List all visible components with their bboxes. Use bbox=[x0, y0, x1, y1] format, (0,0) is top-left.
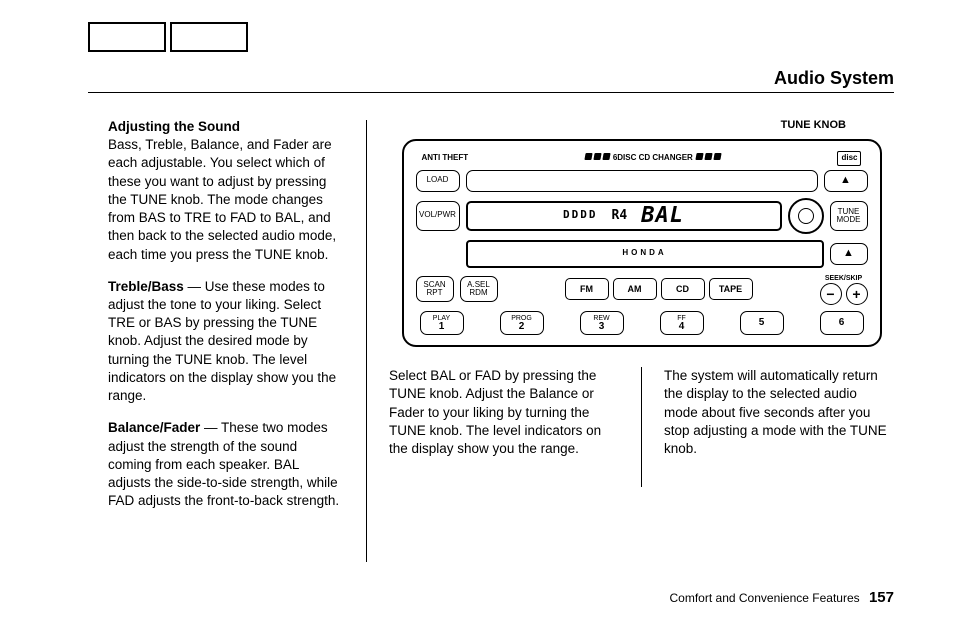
scan-rpt-button: SCAN RPT bbox=[416, 276, 454, 302]
tune-knob-callout: TUNE KNOB bbox=[389, 118, 894, 133]
anti-theft-label: ANTI THEFT bbox=[422, 153, 469, 164]
column-1: Adjusting the Sound Bass, Treble, Balanc… bbox=[108, 118, 344, 562]
cd-eject-button: ▲ bbox=[824, 170, 868, 192]
cd-changer-label: 6DISC CD CHANGER bbox=[584, 153, 722, 164]
page-number: 157 bbox=[869, 589, 894, 606]
asel-rdm-button: A.SEL RDM bbox=[460, 276, 498, 302]
column-2: Select BAL or FAD by pressing the TUNE k… bbox=[389, 367, 619, 487]
cd-logo-icon: disc bbox=[837, 151, 861, 166]
preset-4-button: FF4 bbox=[660, 311, 704, 335]
preset-6-button: 6 bbox=[820, 311, 864, 335]
seek-minus-button: − bbox=[820, 283, 842, 305]
radio-faceplate: ANTI THEFT 6DISC CD CHANGER disc LOAD ▲ … bbox=[402, 139, 882, 347]
cd-button: CD bbox=[661, 278, 705, 300]
column-3: The system will automatically return the… bbox=[664, 367, 894, 487]
section-balance-fader: Balance/Fader — These two modes adjust t… bbox=[108, 419, 344, 510]
column-divider-1 bbox=[366, 120, 367, 562]
column-divider-2 bbox=[641, 367, 642, 487]
page-title: Audio System bbox=[774, 66, 894, 90]
para-treble-bass: — Use these modes to adjust the tone to … bbox=[108, 279, 336, 403]
heading-balance-fader: Balance/Fader bbox=[108, 420, 200, 435]
preset-1-button: PLAY1 bbox=[420, 311, 464, 335]
preset-3-button: REW3 bbox=[580, 311, 624, 335]
heading-adjusting-sound: Adjusting the Sound bbox=[108, 119, 240, 134]
display-preset: R4 bbox=[612, 207, 628, 225]
header-rule bbox=[88, 92, 894, 93]
header-box-1 bbox=[88, 22, 166, 52]
content-area: Adjusting the Sound Bass, Treble, Balanc… bbox=[108, 118, 894, 562]
right-area: TUNE KNOB ANTI THEFT 6DISC CD CHANGER di… bbox=[389, 118, 894, 562]
preset-5-button: 5 bbox=[740, 311, 784, 335]
page-footer: Comfort and Convenience Features 157 bbox=[670, 588, 894, 608]
cd-changer-text: 6DISC CD CHANGER bbox=[613, 153, 693, 162]
section-adjusting-sound: Adjusting the Sound Bass, Treble, Balanc… bbox=[108, 118, 344, 264]
section-treble-bass: Treble/Bass — Use these modes to adjust … bbox=[108, 278, 344, 406]
tune-knob bbox=[788, 198, 824, 234]
display-level-bars: DDDD bbox=[563, 208, 598, 223]
radio-display: DDDD R4 BAL bbox=[466, 201, 782, 231]
para-auto-return: The system will automatically return the… bbox=[664, 367, 894, 458]
bottom-columns: Select BAL or FAD by pressing the TUNE k… bbox=[389, 367, 894, 487]
load-button: LOAD bbox=[416, 170, 460, 192]
seek-skip-label: SEEK/SKIP bbox=[825, 274, 862, 283]
seek-plus-button: + bbox=[846, 283, 868, 305]
header-box-group bbox=[88, 22, 248, 52]
para-adjusting-sound: Bass, Treble, Balance, and Fader are eac… bbox=[108, 137, 336, 261]
tape-button: TAPE bbox=[709, 278, 753, 300]
tape-eject-button: ▲ bbox=[830, 243, 868, 265]
preset-2-button: PROG2 bbox=[500, 311, 544, 335]
am-button: AM bbox=[613, 278, 657, 300]
header-box-2 bbox=[170, 22, 248, 52]
cd-slot bbox=[466, 170, 818, 192]
heading-treble-bass: Treble/Bass bbox=[108, 279, 184, 294]
tune-mode-button: TUNE MODE bbox=[830, 201, 868, 231]
vol-pwr-button: VOL/PWR bbox=[416, 201, 460, 231]
fm-button: FM bbox=[565, 278, 609, 300]
display-mode: BAL bbox=[641, 201, 684, 231]
para-select-bal-fad: Select BAL or FAD by pressing the TUNE k… bbox=[389, 367, 619, 458]
footer-section: Comfort and Convenience Features bbox=[670, 591, 860, 605]
cassette-door: HONDA bbox=[466, 240, 824, 268]
radio-figure: TUNE KNOB ANTI THEFT 6DISC CD CHANGER di… bbox=[389, 118, 894, 347]
radio-top-strip: ANTI THEFT 6DISC CD CHANGER disc bbox=[416, 151, 868, 170]
